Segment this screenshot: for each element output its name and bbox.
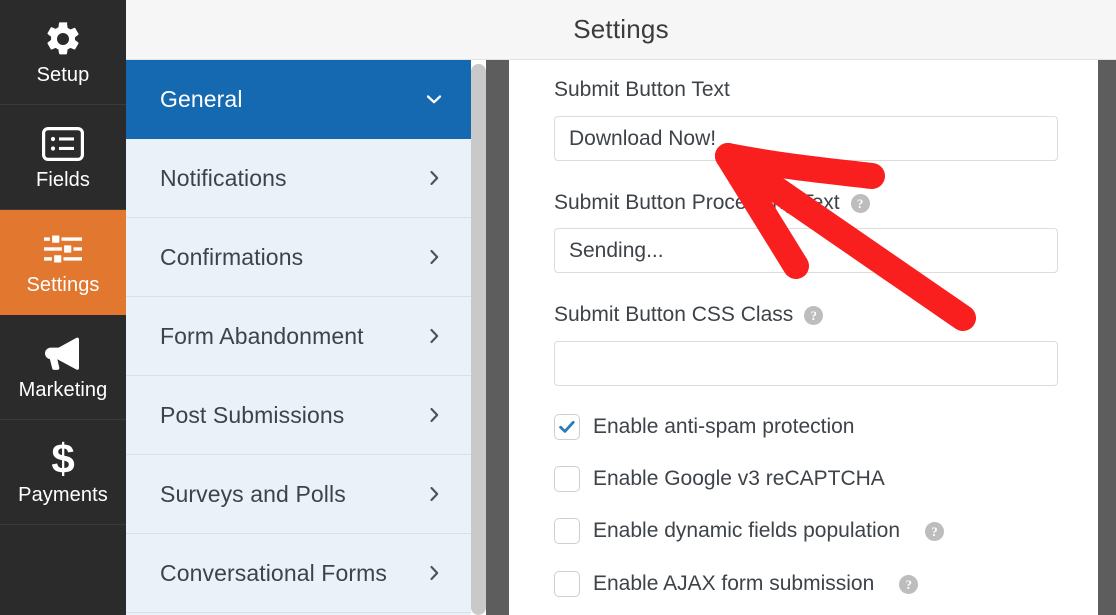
rail-item-settings[interactable]: Settings bbox=[0, 210, 126, 315]
rail-item-label: Payments bbox=[18, 483, 108, 507]
sidebar-item-label: Surveys and Polls bbox=[160, 481, 423, 508]
list-box-icon bbox=[42, 122, 84, 166]
sidebar-item-conversational-forms[interactable]: Conversational Forms bbox=[126, 534, 471, 613]
dynamic-fields-checkbox-row[interactable]: Enable dynamic fields population ? bbox=[554, 518, 944, 544]
page-title: Settings bbox=[573, 14, 669, 45]
rail-item-label: Settings bbox=[26, 273, 99, 297]
chevron-right-icon bbox=[423, 405, 445, 425]
recaptcha-checkbox-row[interactable]: Enable Google v3 reCAPTCHA bbox=[554, 466, 885, 492]
panel-divider bbox=[486, 60, 509, 615]
submit-button-processing-text-input[interactable] bbox=[554, 228, 1058, 273]
sidebar-item-form-abandonment[interactable]: Form Abandonment bbox=[126, 297, 471, 376]
sidebar-item-label: Confirmations bbox=[160, 244, 423, 271]
general-settings-content: Submit Button Text Submit Button Process… bbox=[509, 60, 1098, 615]
sidebar-item-confirmations[interactable]: Confirmations bbox=[126, 218, 471, 297]
checkbox-label: Enable dynamic fields population bbox=[593, 519, 900, 543]
chevron-right-icon bbox=[423, 247, 445, 267]
help-icon[interactable]: ? bbox=[925, 522, 944, 541]
submit-button-processing-text-label: Submit Button Processing Text ? bbox=[554, 191, 870, 215]
checkbox-checked-icon[interactable] bbox=[554, 414, 580, 440]
submit-button-css-class-input[interactable] bbox=[554, 341, 1058, 386]
sidebar-item-surveys-and-polls[interactable]: Surveys and Polls bbox=[126, 455, 471, 534]
rail-item-label: Fields bbox=[36, 168, 90, 192]
nav-scrollbar-thumb[interactable] bbox=[471, 64, 486, 615]
checkbox-unchecked-icon[interactable] bbox=[554, 466, 580, 492]
gear-icon bbox=[43, 17, 83, 61]
chevron-right-icon bbox=[423, 168, 445, 188]
sidebar-item-general[interactable]: General bbox=[126, 60, 471, 139]
chevron-down-icon bbox=[423, 89, 445, 109]
submit-button-css-class-label: Submit Button CSS Class ? bbox=[554, 303, 823, 327]
submit-button-text-label: Submit Button Text bbox=[554, 78, 730, 102]
help-icon[interactable]: ? bbox=[804, 306, 823, 325]
megaphone-icon bbox=[41, 332, 85, 376]
primary-icon-rail: Setup Fields bbox=[0, 0, 126, 615]
checkbox-unchecked-icon[interactable] bbox=[554, 518, 580, 544]
ajax-submission-checkbox-row[interactable]: Enable AJAX form submission ? bbox=[554, 571, 918, 597]
chevron-right-icon bbox=[423, 484, 445, 504]
help-icon[interactable]: ? bbox=[851, 194, 870, 213]
page-header: Settings bbox=[126, 0, 1116, 60]
sidebar-item-label: Notifications bbox=[160, 165, 423, 192]
wpforms-settings-screen: Setup Fields bbox=[0, 0, 1116, 615]
sidebar-item-label: General bbox=[160, 86, 423, 113]
rail-item-setup[interactable]: Setup bbox=[0, 0, 126, 105]
sidebar-item-label: Post Submissions bbox=[160, 402, 423, 429]
sidebar-item-notifications[interactable]: Notifications bbox=[126, 139, 471, 218]
rail-item-payments[interactable]: $ Payments bbox=[0, 420, 126, 525]
anti-spam-checkbox-row[interactable]: Enable anti-spam protection bbox=[554, 414, 855, 440]
rail-empty-space bbox=[0, 525, 126, 615]
rail-item-fields[interactable]: Fields bbox=[0, 105, 126, 210]
chevron-right-icon bbox=[423, 326, 445, 346]
sidebar-item-label: Conversational Forms bbox=[160, 560, 423, 587]
submit-button-text-input[interactable] bbox=[554, 116, 1058, 161]
svg-text:$: $ bbox=[51, 437, 74, 481]
sidebar-item-label: Form Abandonment bbox=[160, 323, 423, 350]
help-icon[interactable]: ? bbox=[899, 575, 918, 594]
rail-item-marketing[interactable]: Marketing bbox=[0, 315, 126, 420]
rail-item-label: Marketing bbox=[19, 378, 108, 402]
rail-item-label: Setup bbox=[37, 63, 90, 87]
settings-nav-panel: General Notifications Confirmations Form… bbox=[126, 60, 471, 615]
sidebar-item-post-submissions[interactable]: Post Submissions bbox=[126, 376, 471, 455]
dollar-icon: $ bbox=[48, 437, 78, 481]
checkbox-label: Enable anti-spam protection bbox=[593, 415, 855, 439]
sliders-icon bbox=[42, 227, 84, 271]
right-edge-divider bbox=[1098, 60, 1116, 615]
checkbox-label: Enable AJAX form submission bbox=[593, 572, 874, 596]
chevron-right-icon bbox=[423, 563, 445, 583]
checkbox-unchecked-icon[interactable] bbox=[554, 571, 580, 597]
checkbox-label: Enable Google v3 reCAPTCHA bbox=[593, 467, 885, 491]
